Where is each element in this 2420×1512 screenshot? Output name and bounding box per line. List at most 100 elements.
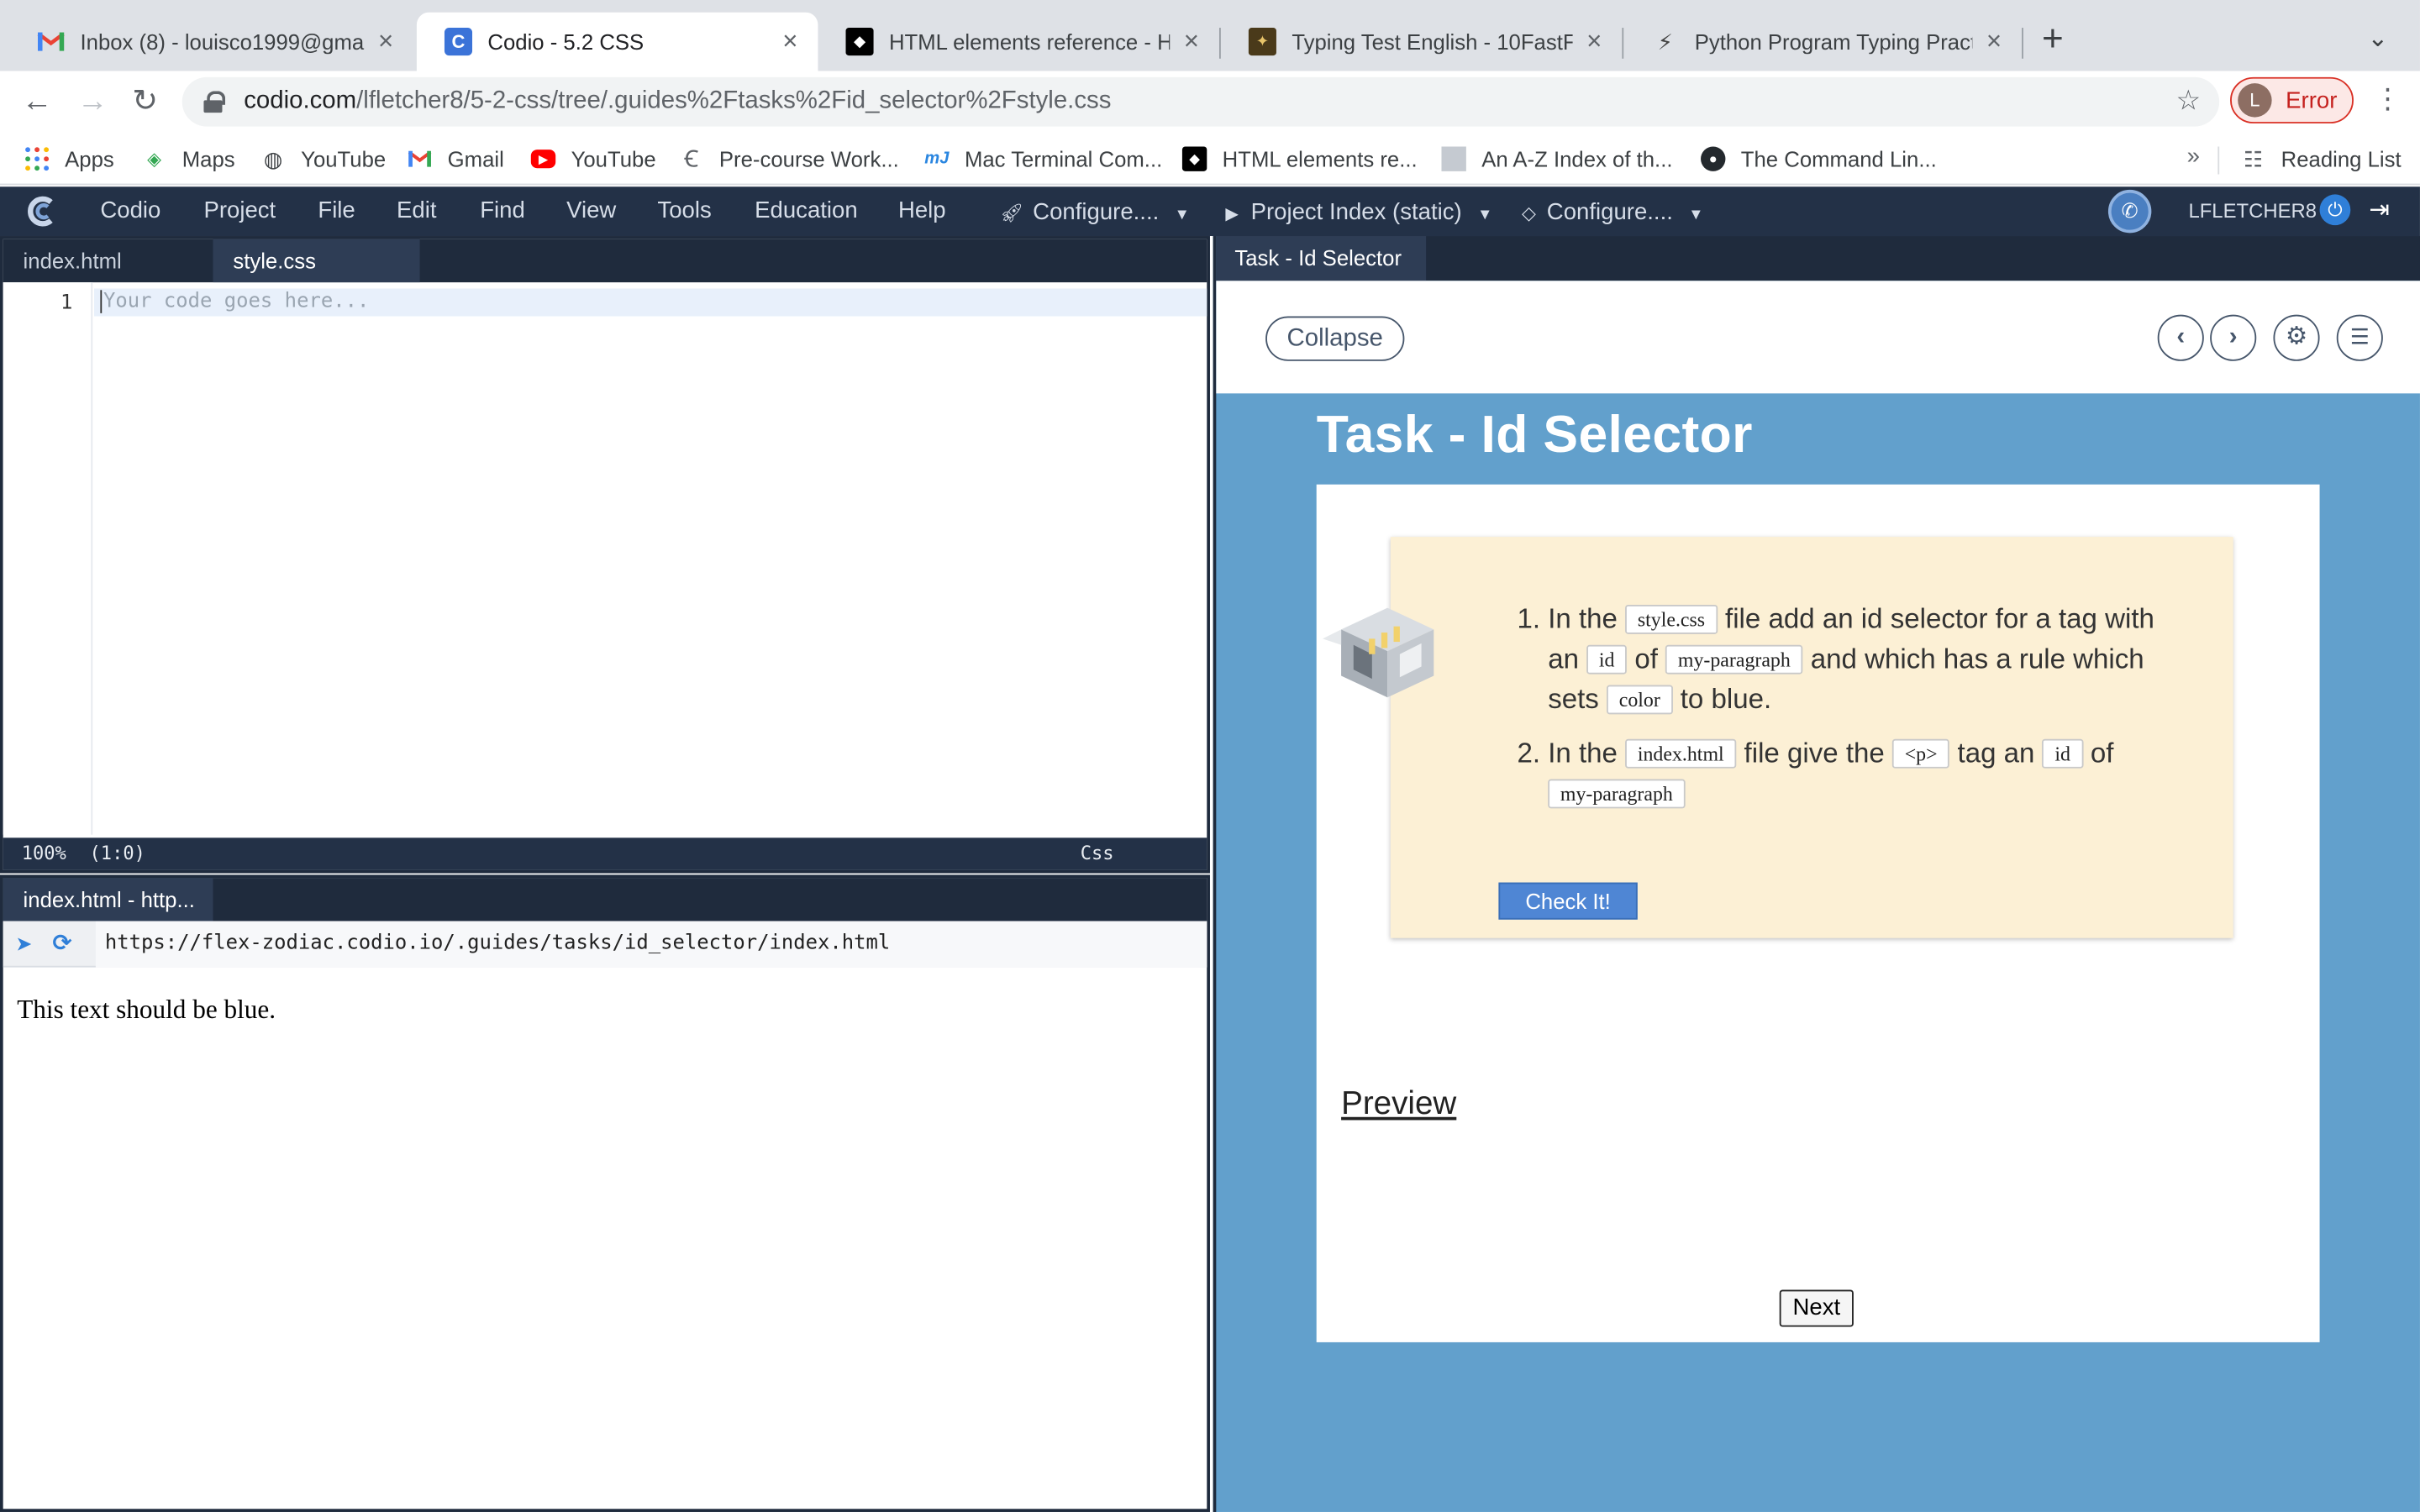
tenfastfingers-icon: ✦ <box>1248 28 1276 56</box>
caret-down-icon: ▼ <box>1477 207 1493 224</box>
bookmark-label: The Command Lin... <box>1740 146 1937 171</box>
close-icon[interactable]: × <box>1179 26 1203 57</box>
tab-preview-index[interactable]: index.html - http... <box>3 878 213 921</box>
mdn-icon: ◆ <box>1181 146 1207 171</box>
bookmark-youtube-2[interactable]: ▶ YouTube <box>530 144 656 175</box>
step-text: In the <box>1548 603 1618 634</box>
list-icon[interactable]: ☰ <box>2336 314 2383 361</box>
forward-arrow-icon[interactable]: → <box>74 83 111 120</box>
menu-view[interactable]: View <box>566 197 616 223</box>
project-index-dropdown[interactable]: ▶ Project Index (static) ▼ <box>1225 199 1492 225</box>
menu-tools[interactable]: Tools <box>657 197 711 223</box>
logout-icon[interactable]: ⇥ <box>2369 194 2390 225</box>
language-mode[interactable]: Css <box>1081 837 1114 870</box>
new-tab-plus-icon[interactable]: + <box>2042 21 2064 59</box>
step-text: to blue. <box>1680 683 1772 715</box>
rocket-icon: 🚀︎ <box>1000 202 1024 224</box>
zoom-level: 100% <box>21 842 66 864</box>
tab-mdn[interactable]: ◆ HTML elements reference - HT × <box>818 13 1219 71</box>
tab-index-html[interactable]: index.html <box>3 239 210 282</box>
configure-dropdown-1[interactable]: 🚀︎ Configure.... ▼ <box>1000 199 1190 225</box>
settings-gear-icon[interactable]: ⚙ <box>2273 314 2320 361</box>
previous-chevron-icon[interactable]: ‹ <box>2157 314 2204 361</box>
username[interactable]: LFLETCHER8 <box>2188 199 2317 223</box>
bookmark-star-icon[interactable]: ☆ <box>2175 85 2201 118</box>
close-icon[interactable]: × <box>373 26 397 57</box>
bookmark-az-index[interactable]: An A-Z Index of th... <box>1441 144 1672 175</box>
lightning-icon: ⚡ <box>1657 28 1673 54</box>
c-logo-icon: Ꞓ <box>684 146 699 173</box>
bookmark-pre-course[interactable]: Ꞓ Pre-course Work... <box>679 144 899 175</box>
profile-button[interactable]: L Error <box>2230 76 2354 123</box>
tab-typing-test[interactable]: ✦ Typing Test English - 10FastFin × <box>1221 13 1623 71</box>
chrome-menu-icon[interactable]: ⋮ <box>2374 83 2402 116</box>
preview-link[interactable]: Preview <box>1341 1086 1456 1123</box>
bookmark-label: Pre-course Work... <box>718 146 899 171</box>
navigate-arrow-icon[interactable]: ➤ <box>15 932 32 956</box>
preview-url-input[interactable]: https://flex-zodiac.codio.io/.guides/tas… <box>95 921 1207 968</box>
tab-gmail[interactable]: Inbox (8) - louisco1999@gmail. × <box>9 13 413 71</box>
phone-icon[interactable]: ✆ <box>2107 189 2152 234</box>
menu-help[interactable]: Help <box>898 197 946 223</box>
bookmarks-overflow-chevron[interactable]: » <box>2187 144 2200 170</box>
reading-list-button[interactable]: ☷ Reading List <box>2241 144 2402 175</box>
menu-education[interactable]: Education <box>755 197 858 223</box>
inline-code: style.css <box>1625 604 1718 634</box>
code-input[interactable]: Your code goes here... <box>94 288 1207 317</box>
codio-logo-icon[interactable] <box>28 196 59 227</box>
tab-python-typing[interactable]: ⚡ Python Program Typing Practic × <box>1623 13 2022 71</box>
menu-find[interactable]: Find <box>480 197 525 223</box>
code-editor-pane: index.html style.css 1 Your code goes he… <box>0 236 1210 874</box>
bookmark-label: An A-Z Index of th... <box>1481 146 1673 171</box>
codio-menubar: Codio Project File Edit Find View Tools … <box>0 186 2420 237</box>
editor-tabs: index.html style.css <box>3 239 1207 283</box>
close-icon[interactable]: × <box>778 26 802 57</box>
power-icon[interactable]: ⏻ <box>2319 194 2351 226</box>
cursor-position: (1:0) <box>89 842 145 864</box>
configure-label: Configure.... <box>1033 198 1160 226</box>
preview-tabs: index.html - http... <box>3 878 1207 921</box>
bookmark-youtube-1[interactable]: ◍ YouTube <box>260 144 386 175</box>
tab-guide-task[interactable]: Task - Id Selector <box>1216 236 1427 281</box>
menu-file[interactable]: File <box>318 197 355 223</box>
tab-codio[interactable]: C Codio - 5.2 CSS × <box>416 12 818 71</box>
step-text: tag an <box>1957 737 2035 769</box>
tab-separator <box>2022 28 2023 59</box>
tab-search-chevron-icon[interactable]: ⌄ <box>2367 24 2388 55</box>
bookmark-mac-terminal[interactable]: mJ Mac Terminal Com... <box>924 144 1162 175</box>
close-icon[interactable]: × <box>1582 26 1607 57</box>
inline-code: my-paragraph <box>1548 779 1686 809</box>
next-button[interactable]: Next <box>1779 1289 1854 1327</box>
bookmark-command-line[interactable]: ● The Command Lin... <box>1701 144 1937 175</box>
bookmark-label: YouTube <box>571 146 656 171</box>
preview-paragraph: This text should be blue. <box>17 995 276 1025</box>
menu-edit[interactable]: Edit <box>397 197 436 223</box>
inline-code: my-paragraph <box>1665 644 1803 675</box>
refresh-icon[interactable]: ⟳ <box>52 929 71 957</box>
bookmark-label: HTML elements re... <box>1222 146 1418 171</box>
tab-title: Python Program Typing Practic <box>1694 29 1973 55</box>
tab-style-css[interactable]: style.css <box>213 239 420 283</box>
menu-codio[interactable]: Codio <box>100 197 160 223</box>
configure-dropdown-2[interactable]: ◇ Configure.... ▼ <box>1522 199 1703 225</box>
profile-status: Error <box>2286 87 2338 113</box>
address-bar[interactable]: codio.com/lfletcher8/5-2-css/tree/.guide… <box>182 76 2220 127</box>
bookmark-label: Maps <box>182 146 235 171</box>
bookmark-html-elements[interactable]: ◆ HTML elements re... <box>1181 144 1418 175</box>
bookmark-apps[interactable]: Apps <box>24 144 114 175</box>
menu-project[interactable]: Project <box>203 197 276 223</box>
bookmark-maps[interactable]: ◈ Maps <box>142 144 235 175</box>
play-icon: ▶ <box>1225 205 1239 224</box>
reload-icon[interactable]: ↻ <box>127 83 164 120</box>
bookmark-gmail[interactable]: Gmail <box>408 144 504 175</box>
collapse-button[interactable]: Collapse <box>1265 316 1405 361</box>
close-icon[interactable]: × <box>1981 26 2006 57</box>
back-arrow-icon[interactable]: ← <box>18 83 55 120</box>
text-cursor <box>100 290 103 313</box>
reading-list-icon: ☷ <box>2244 145 2264 171</box>
tab-title: Typing Test English - 10FastFin <box>1292 29 1573 55</box>
next-chevron-icon[interactable]: › <box>2210 314 2257 361</box>
guide-tabs: Task - Id Selector <box>1216 236 2420 281</box>
globe-icon: ◍ <box>263 145 283 171</box>
check-it-button[interactable]: Check It! <box>1498 882 1638 920</box>
